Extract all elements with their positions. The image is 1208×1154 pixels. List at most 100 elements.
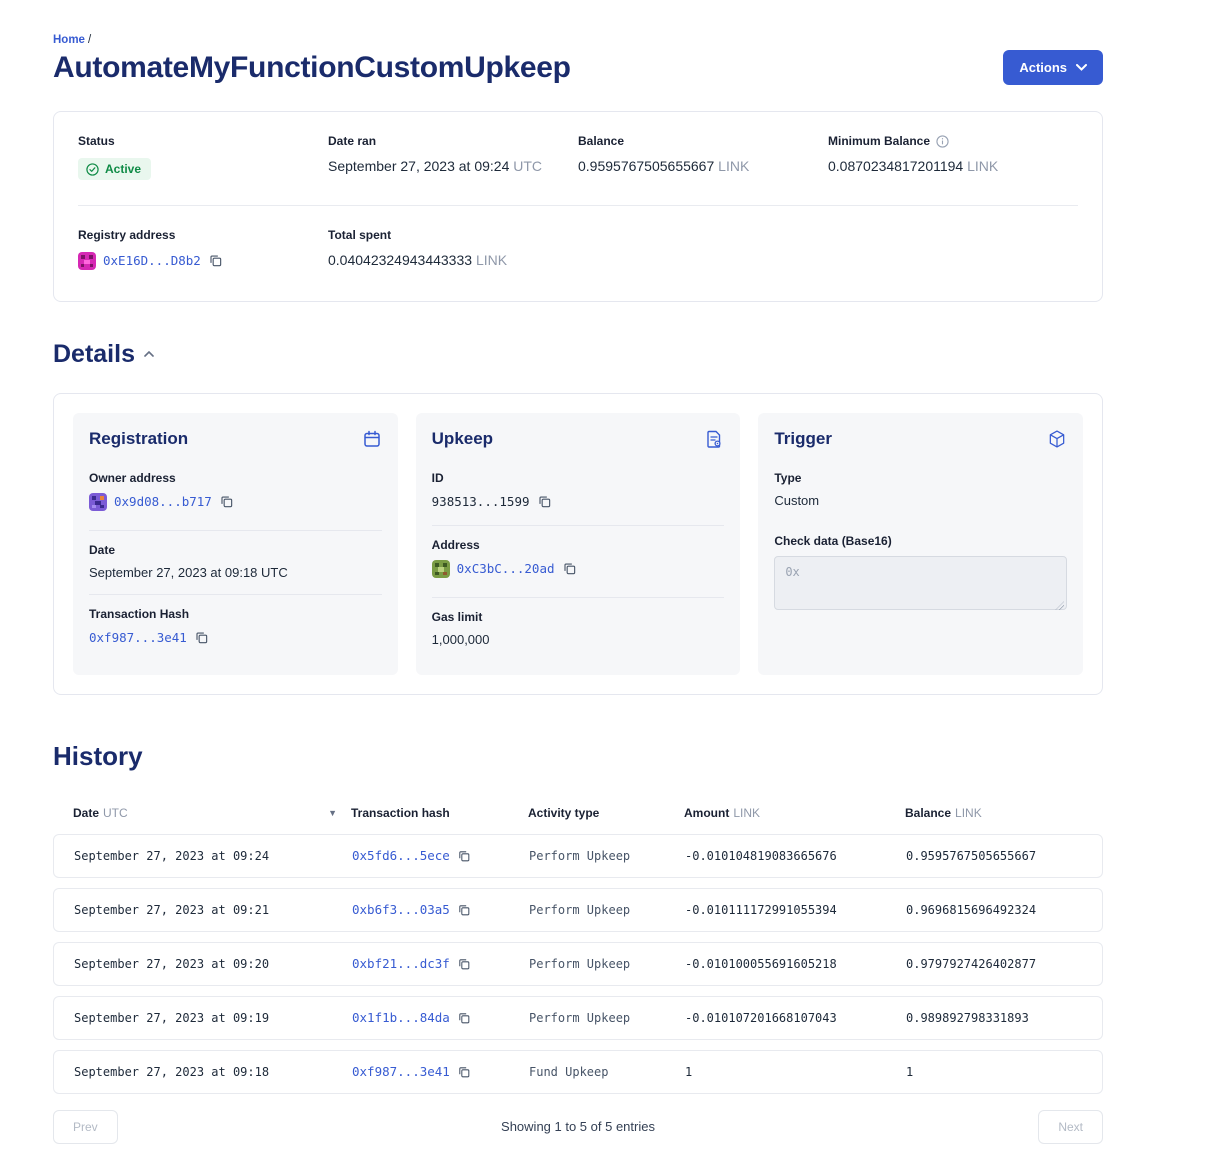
registry-address-field: Registry address 0xE16D...D8b2 xyxy=(78,228,328,275)
page-title: AutomateMyFunctionCustomUpkeep xyxy=(53,51,571,85)
upkeep-document-icon xyxy=(704,429,724,449)
cell-activity-type: Perform Upkeep xyxy=(529,903,685,917)
trigger-type-label: Type xyxy=(774,471,1067,485)
summary-card: Status Active Date ran September 27, 202… xyxy=(53,111,1103,302)
table-row: September 27, 2023 at 09:21 0xb6f3...03a… xyxy=(53,888,1103,932)
registration-date-label: Date xyxy=(89,543,382,557)
pagination: Prev Showing 1 to 5 of 5 entries Next xyxy=(53,1110,1103,1144)
check-data-label: Check data (Base16) xyxy=(774,534,1067,548)
breadcrumb-home-link[interactable]: Home xyxy=(53,34,85,46)
tx-hash-link[interactable]: 0xbf21...dc3f xyxy=(352,956,450,971)
column-header-balance: BalanceLINK xyxy=(905,806,1083,820)
gas-limit-section: Gas limit 1,000,000 xyxy=(432,598,725,661)
tx-hash-link[interactable]: 0xb6f3...03a5 xyxy=(352,902,450,917)
copy-upkeep-id-icon[interactable] xyxy=(537,494,552,509)
tx-hash-link[interactable]: 0xf987...3e41 xyxy=(352,1064,450,1079)
registration-date-value: September 27, 2023 at 09:18 UTC xyxy=(89,565,382,580)
cell-amount: -0.010100055691605218 xyxy=(685,957,906,971)
copy-upkeep-address-icon[interactable] xyxy=(562,561,577,576)
history-heading: History xyxy=(53,741,1103,772)
breadcrumb: Home/ xyxy=(53,34,1103,46)
chevron-down-icon xyxy=(1076,64,1087,71)
cell-amount: -0.010107201668107043 xyxy=(685,1011,906,1025)
check-data-input[interactable] xyxy=(774,556,1067,610)
cell-activity-type: Perform Upkeep xyxy=(529,957,685,971)
trigger-type-section: Type Custom xyxy=(774,459,1067,522)
copy-registry-address-icon[interactable] xyxy=(208,253,223,268)
column-header-transaction-hash: Transaction hash xyxy=(351,806,528,820)
date-ran-value: September 27, 2023 at 09:24 UTC xyxy=(328,158,578,174)
sort-descending-icon[interactable]: ▼ xyxy=(328,808,337,818)
copy-registration-tx-icon[interactable] xyxy=(194,630,209,645)
cell-balance: 0.989892798331893 xyxy=(906,1011,1082,1025)
transaction-hash-label: Transaction Hash xyxy=(89,607,382,621)
cell-activity-type: Fund Upkeep xyxy=(529,1065,685,1079)
owner-address-label: Owner address xyxy=(89,471,382,485)
cube-icon xyxy=(1047,429,1067,449)
registry-address-label: Registry address xyxy=(78,228,328,242)
copy-tx-hash-icon[interactable] xyxy=(457,957,471,971)
upkeep-card: Upkeep ID 938513...1599 Address xyxy=(416,413,741,675)
status-badge: Active xyxy=(78,158,151,180)
owner-identicon xyxy=(89,493,107,511)
cell-date: September 27, 2023 at 09:24 xyxy=(74,849,352,863)
copy-tx-hash-icon[interactable] xyxy=(457,1011,471,1025)
copy-tx-hash-icon[interactable] xyxy=(457,849,471,863)
cell-date: September 27, 2023 at 09:19 xyxy=(74,1011,352,1025)
total-spent-label: Total spent xyxy=(328,228,578,242)
cell-amount: 1 xyxy=(685,1065,906,1079)
registration-card-title: Registration xyxy=(89,429,188,449)
check-circle-icon xyxy=(86,163,99,176)
upkeep-detail-page: Home/ AutomateMyFunctionCustomUpkeep Act… xyxy=(53,0,1103,1154)
balance-field: Balance 0.9595767505655667 LINK xyxy=(578,134,828,181)
copy-owner-address-icon[interactable] xyxy=(219,494,234,509)
status-badge-label: Active xyxy=(105,162,141,176)
actions-button[interactable]: Actions xyxy=(1003,50,1103,85)
date-ran-label: Date ran xyxy=(328,134,578,148)
transaction-hash-section: Transaction Hash 0xf987...3e41 xyxy=(89,595,382,661)
cell-date: September 27, 2023 at 09:21 xyxy=(74,903,352,917)
copy-tx-hash-icon[interactable] xyxy=(457,903,471,917)
registry-identicon xyxy=(78,252,96,270)
registration-card: Registration Owner address 0x9d08...b717 xyxy=(73,413,398,675)
total-spent-field: Total spent 0.04042324943443333 LINK xyxy=(328,228,578,275)
info-icon[interactable] xyxy=(936,135,949,148)
copy-tx-hash-icon[interactable] xyxy=(457,1065,471,1079)
column-header-date[interactable]: DateUTC ▼ xyxy=(73,806,351,820)
prev-button[interactable]: Prev xyxy=(53,1110,118,1144)
cell-balance: 0.9696815696492324 xyxy=(906,903,1082,917)
upkeep-id-label: ID xyxy=(432,471,725,485)
cell-amount: -0.010104819083665676 xyxy=(685,849,906,863)
trigger-card-title: Trigger xyxy=(774,429,832,449)
details-heading: Details xyxy=(53,340,135,369)
gas-limit-label: Gas limit xyxy=(432,610,725,624)
registration-date-section: Date September 27, 2023 at 09:18 UTC xyxy=(89,531,382,595)
tx-hash-link[interactable]: 0x5fd6...5ece xyxy=(352,848,450,863)
cell-balance: 0.9797927426402877 xyxy=(906,957,1082,971)
cell-balance: 0.9595767505655667 xyxy=(906,849,1082,863)
owner-address-link[interactable]: 0x9d08...b717 xyxy=(114,494,212,509)
upkeep-id-value: 938513...1599 xyxy=(432,494,530,509)
collapse-caret-icon[interactable] xyxy=(144,351,154,358)
owner-address-section: Owner address 0x9d08...b717 xyxy=(89,459,382,531)
next-button[interactable]: Next xyxy=(1038,1110,1103,1144)
registry-address-link[interactable]: 0xE16D...D8b2 xyxy=(103,253,201,268)
details-panel: Registration Owner address 0x9d08...b717 xyxy=(53,393,1103,695)
status-label: Status xyxy=(78,134,328,148)
cell-date: September 27, 2023 at 09:18 xyxy=(74,1065,352,1079)
upkeep-id-section: ID 938513...1599 xyxy=(432,459,725,526)
cell-activity-type: Perform Upkeep xyxy=(529,1011,685,1025)
breadcrumb-separator: / xyxy=(88,34,91,46)
cell-activity-type: Perform Upkeep xyxy=(529,849,685,863)
upkeep-address-identicon xyxy=(432,560,450,578)
cell-amount: -0.010111172991055394 xyxy=(685,903,906,917)
table-row: September 27, 2023 at 09:24 0x5fd6...5ec… xyxy=(53,834,1103,878)
upkeep-address-link[interactable]: 0xC3bC...20ad xyxy=(457,561,555,576)
status-field: Status Active xyxy=(78,134,328,181)
balance-value: 0.9595767505655667 LINK xyxy=(578,158,828,174)
min-balance-field: Minimum Balance 0.0870234817201194 LINK xyxy=(828,134,1078,181)
tx-hash-link[interactable]: 0x1f1b...84da xyxy=(352,1010,450,1025)
registration-tx-link[interactable]: 0xf987...3e41 xyxy=(89,630,187,645)
date-ran-field: Date ran September 27, 2023 at 09:24 UTC xyxy=(328,134,578,181)
pagination-summary: Showing 1 to 5 of 5 entries xyxy=(501,1119,655,1134)
